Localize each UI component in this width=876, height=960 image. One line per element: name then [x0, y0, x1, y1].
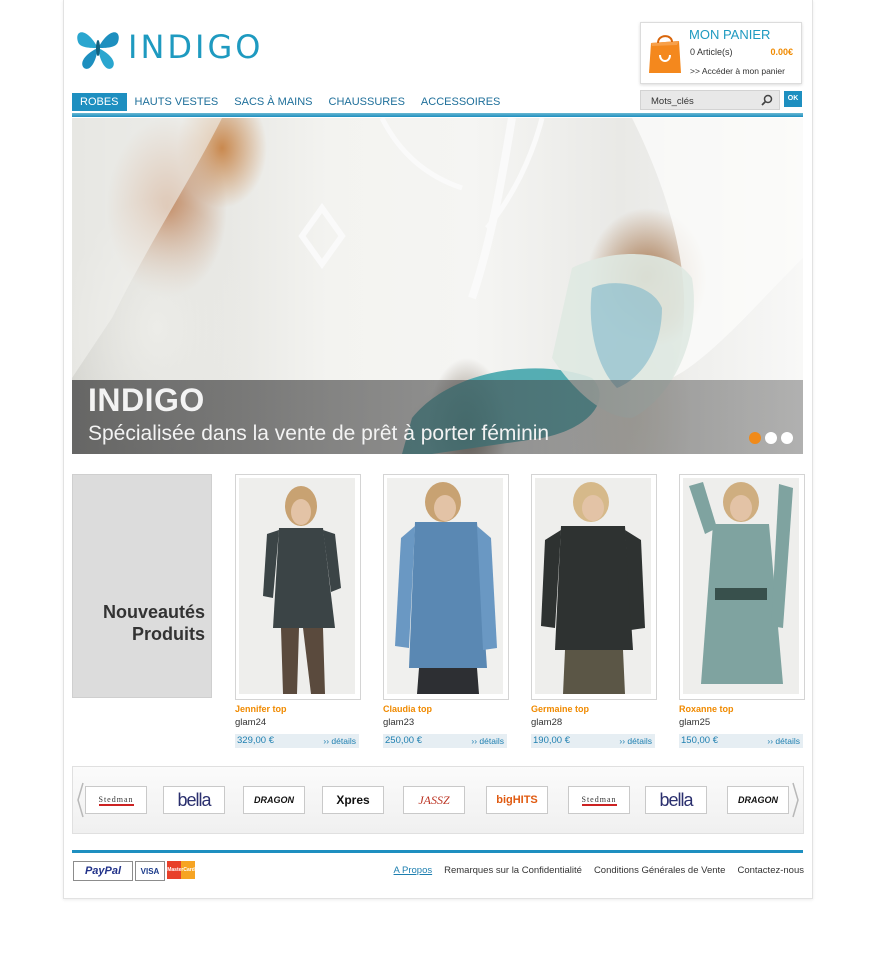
- search-box: [640, 90, 780, 111]
- brand-logo[interactable]: DRAGON: [243, 786, 305, 814]
- footer-link-confidentialite[interactable]: Remarques sur la Confidentialité: [444, 865, 582, 876]
- hero-banner[interactable]: INDIGO Spécialisée dans la vente de prêt…: [72, 118, 803, 454]
- nav-item-hauts-vestes[interactable]: HAUTS VESTES: [127, 93, 227, 111]
- cart-item-count: 0 Article(s): [690, 47, 733, 57]
- mastercard-badge: MasterCard: [167, 861, 195, 879]
- brand-logo[interactable]: bella: [645, 786, 707, 814]
- product-image[interactable]: [679, 474, 805, 700]
- brand-logo[interactable]: Xpres: [322, 786, 384, 814]
- product-name[interactable]: Germaine top: [531, 704, 655, 714]
- product-name[interactable]: Claudia top: [383, 704, 507, 714]
- product-price: 190,00 €: [533, 735, 570, 746]
- product-photo: [387, 478, 503, 694]
- product-ref: glam25: [679, 717, 711, 728]
- product-name[interactable]: Jennifer top: [235, 704, 359, 714]
- cart-title: MON PANIER: [689, 27, 771, 42]
- brand-logo[interactable]: DRAGON: [727, 786, 789, 814]
- cart-access-link[interactable]: >> Accéder à mon panier: [690, 66, 785, 76]
- carousel-right-arrow-icon[interactable]: [791, 779, 801, 821]
- slider-dot-2[interactable]: [765, 432, 777, 444]
- product-ref: glam28: [531, 717, 563, 728]
- brand-logo-text: JASSZ: [418, 792, 450, 807]
- product-price: 329,00 €: [237, 735, 274, 746]
- hero-subtitle: Spécialisée dans la vente de prêt à port…: [88, 422, 550, 445]
- brand-logo[interactable]: JASSZ: [403, 786, 465, 814]
- footer-divider: [72, 850, 803, 853]
- product-details-link[interactable]: ›› détails: [323, 736, 356, 746]
- brands-carousel: Stedman bella DRAGON Xpres JASSZ bigHITS…: [72, 766, 804, 834]
- brand-logo-text: DRAGON: [254, 795, 294, 805]
- butterfly-logo-icon: [77, 32, 119, 69]
- footer-link-a-propos[interactable]: A Propos: [394, 865, 433, 876]
- cart-total: 0.00€: [770, 47, 793, 57]
- product-name[interactable]: Roxanne top: [679, 704, 803, 714]
- footer-links: A Propos Remarques sur la Confidentialit…: [394, 865, 804, 876]
- brand-logo-text: DRAGON: [738, 795, 778, 805]
- hero-title: INDIGO: [88, 382, 205, 418]
- main-nav: ROBES HAUTS VESTES SACS À MAINS CHAUSSUR…: [72, 93, 508, 111]
- brand-logo-text: bella: [177, 789, 211, 810]
- product-card[interactable]: Germaine top glam28 190,00 € ›› détails: [531, 474, 657, 748]
- paypal-badge: PayPal: [73, 861, 133, 881]
- nav-item-robes[interactable]: ROBES: [72, 93, 127, 111]
- search-icon[interactable]: [761, 94, 773, 106]
- brand-logo-text: bella: [659, 789, 693, 810]
- payment-methods: PayPal VISA MasterCard: [73, 861, 195, 881]
- brand-logo-text: Xpres: [336, 793, 370, 807]
- logo[interactable]: INDIGO: [72, 22, 263, 74]
- product-ref: glam23: [383, 717, 415, 728]
- product-price-bar: 150,00 € ›› détails: [679, 734, 803, 748]
- visa-badge: VISA: [135, 861, 165, 881]
- product-photo: [535, 478, 651, 694]
- new-products-title: Nouveautés Produits: [103, 601, 205, 645]
- slider-dots: [749, 432, 793, 444]
- product-image[interactable]: [235, 474, 361, 700]
- product-price-bar: 190,00 € ›› détails: [531, 734, 655, 748]
- product-details-link[interactable]: ›› détails: [619, 736, 652, 746]
- cart-box[interactable]: MON PANIER 0 Article(s) 0.00€ >> Accéder…: [640, 22, 802, 84]
- product-ref: glam24: [235, 717, 267, 728]
- footer-link-cgv[interactable]: Conditions Générales de Vente: [594, 865, 726, 876]
- product-price: 250,00 €: [385, 735, 422, 746]
- brand-logo-text: bigHITS: [496, 794, 538, 806]
- product-price: 150,00 €: [681, 735, 718, 746]
- footer-link-contact[interactable]: Contactez-nous: [737, 865, 804, 876]
- nav-item-chaussures[interactable]: CHAUSSURES: [321, 93, 413, 111]
- new-products-panel: Nouveautés Produits: [72, 474, 212, 698]
- search-ok-button[interactable]: OK: [784, 91, 802, 107]
- brand-logo[interactable]: bigHITS: [486, 786, 548, 814]
- slider-dot-1[interactable]: [749, 432, 761, 444]
- brand-logo-text: Stedman: [98, 794, 134, 806]
- new-products-line1: Nouveautés: [102, 602, 205, 622]
- nav-divider: [72, 113, 803, 117]
- brand-logo[interactable]: Stedman: [568, 786, 630, 814]
- new-products-line2: Produits: [131, 624, 205, 644]
- brand-logo-text: Stedman: [581, 794, 617, 806]
- nav-item-accessoires[interactable]: ACCESSOIRES: [413, 93, 508, 111]
- product-price-bar: 329,00 € ›› détails: [235, 734, 359, 748]
- product-image[interactable]: [531, 474, 657, 700]
- brand-logo[interactable]: Stedman: [85, 786, 147, 814]
- page-container: INDIGO MON PANIER 0 Article(s) 0.00€ >> …: [63, 0, 813, 899]
- product-price-bar: 250,00 € ›› détails: [383, 734, 507, 748]
- product-details-link[interactable]: ›› détails: [767, 736, 800, 746]
- product-card[interactable]: Claudia top glam23 250,00 € ›› détails: [383, 474, 509, 748]
- logo-text: INDIGO: [128, 28, 264, 66]
- product-photo: [683, 478, 799, 694]
- product-card[interactable]: Roxanne top glam25 150,00 € ›› détails: [679, 474, 805, 748]
- search-input[interactable]: [641, 92, 761, 111]
- brand-logo[interactable]: bella: [163, 786, 225, 814]
- product-card[interactable]: Jennifer top glam24 329,00 € ›› détails: [235, 474, 361, 748]
- shopping-bag-icon: [649, 35, 681, 73]
- product-details-link[interactable]: ›› détails: [471, 736, 504, 746]
- nav-item-sacs-a-mains[interactable]: SACS À MAINS: [226, 93, 320, 111]
- carousel-left-arrow-icon[interactable]: [75, 779, 85, 821]
- product-image[interactable]: [383, 474, 509, 700]
- product-photo: [239, 478, 355, 694]
- slider-dot-3[interactable]: [781, 432, 793, 444]
